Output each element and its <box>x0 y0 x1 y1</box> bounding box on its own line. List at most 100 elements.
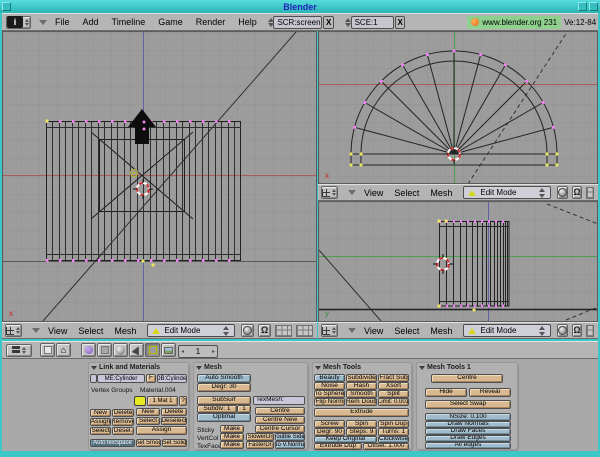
centre-new-button[interactable]: Centre New <box>255 416 305 424</box>
screen-browse-spinner[interactable] <box>267 17 273 28</box>
set-smooth-button[interactable]: Set Smoo <box>136 439 161 447</box>
info-collapse-icon[interactable] <box>39 20 47 25</box>
editing-context-button[interactable] <box>145 343 160 357</box>
selected-vertex[interactable] <box>141 259 144 262</box>
material-deselect-button[interactable]: Deselect <box>161 417 187 425</box>
sticky-make-button[interactable]: Make <box>220 425 244 433</box>
frame-number-field[interactable]: ◂ 1 ▸ <box>178 345 218 358</box>
panel-collapse-icon[interactable] <box>315 366 321 370</box>
optimal-toggle[interactable]: Optimal <box>197 413 251 422</box>
pivot-button[interactable]: Ω <box>258 324 271 337</box>
scene-name-field[interactable]: SCE:1 <box>351 16 394 29</box>
mode-dropdown[interactable]: Edit Mode <box>463 186 551 199</box>
centre-button[interactable]: Centre <box>255 407 305 415</box>
material-select-button[interactable]: Select <box>136 417 160 425</box>
split-button[interactable]: Split <box>378 390 409 398</box>
frame-next-icon[interactable]: ▸ <box>212 348 215 355</box>
draw-normals-toggle[interactable]: Draw Normals <box>425 421 511 428</box>
layer-buttons-a[interactable] <box>586 325 594 337</box>
selected-vertex[interactable] <box>444 219 447 222</box>
menu-view[interactable]: View <box>364 188 383 198</box>
menu-view[interactable]: View <box>364 326 383 336</box>
set-solid-button[interactable]: Set Solid <box>162 439 187 447</box>
pivot-button[interactable]: Ω <box>572 186 581 199</box>
selected-vertex[interactable] <box>472 308 475 311</box>
selected-vertex[interactable] <box>45 119 48 122</box>
offset-spinner[interactable]: Offset: 1.000 <box>363 443 409 450</box>
vgroup-new-button[interactable]: New <box>90 409 111 417</box>
clockwise-toggle[interactable]: Clockwise <box>378 436 409 443</box>
autotexspace-toggle[interactable]: AutoTexSpace <box>90 439 135 447</box>
viewport-top[interactable]: x <box>318 31 598 184</box>
header-collapse-icon[interactable] <box>348 328 356 333</box>
viewport-side[interactable]: y <box>318 201 598 322</box>
shading-context-button[interactable] <box>113 343 128 357</box>
centre-button[interactable]: Centre <box>431 374 503 383</box>
centre-cursor-button[interactable]: Centre Cursor <box>255 425 305 433</box>
screen-name-field[interactable]: SCR:screen.001 <box>273 16 322 29</box>
degr-spinner[interactable]: Degr: 30 <box>197 383 251 392</box>
object-name-field[interactable]: OB:Cylinder <box>157 374 187 383</box>
auto-smooth-toggle[interactable]: Auto Smooth <box>197 374 251 383</box>
draw-type-button[interactable] <box>557 186 568 199</box>
extrude-dup-button[interactable]: Extrude Dup <box>314 443 362 450</box>
degr90-spinner[interactable]: Degr: 90 <box>314 428 345 436</box>
window-menu-button[interactable] <box>2 2 11 11</box>
menu-select[interactable]: Select <box>394 326 419 336</box>
menu-file[interactable]: File <box>55 17 70 27</box>
viewport-front-canvas[interactable]: x <box>3 32 316 321</box>
header-collapse-icon[interactable] <box>348 190 356 195</box>
select-swap-button[interactable]: Select Swap <box>425 400 511 409</box>
spin-button[interactable]: Spin <box>346 420 377 428</box>
all-edges-toggle[interactable]: All edges <box>425 442 511 449</box>
scene-context-button[interactable] <box>161 343 176 357</box>
reveal-button[interactable]: Reveal <box>469 388 511 397</box>
pivot-button[interactable]: Ω <box>572 324 581 337</box>
menu-mesh[interactable]: Mesh <box>430 188 452 198</box>
layer-buttons-a[interactable] <box>586 187 594 199</box>
buttons-editor-type-button[interactable] <box>6 344 32 357</box>
vgroup-delete-button[interactable]: Delete <box>112 409 134 417</box>
logic-context-button[interactable] <box>81 343 96 357</box>
editor-type-button[interactable] <box>321 324 338 337</box>
vgroup-deselect-button[interactable]: Desel. <box>112 427 134 435</box>
menu-add[interactable]: Add <box>83 17 99 27</box>
menu-timeline[interactable]: Timeline <box>112 17 146 27</box>
menu-select[interactable]: Select <box>394 188 419 198</box>
scene-clear-button[interactable]: X <box>395 16 405 29</box>
subdivide-button[interactable]: Subdivide <box>346 374 377 382</box>
menu-mesh[interactable]: Mesh <box>114 326 136 336</box>
selected-vertex[interactable] <box>437 304 440 307</box>
rem-doubles-button[interactable]: Rem Doub <box>346 398 377 406</box>
layer-buttons-b[interactable] <box>296 325 313 337</box>
editor-type-button[interactable] <box>5 324 22 337</box>
panel-collapse-icon[interactable] <box>91 366 97 370</box>
panel-collapse-icon[interactable] <box>419 366 425 370</box>
fract-subd-button[interactable]: Fract Sub <box>378 374 409 382</box>
material-delete-button[interactable]: Delete <box>161 408 187 416</box>
material-color-swatch[interactable] <box>134 396 146 406</box>
flip-normals-button[interactable]: Flip Norm <box>314 398 345 406</box>
scene-browse-spinner[interactable] <box>344 17 350 28</box>
fullscreen-button[interactable] <box>40 343 55 357</box>
window-shade-button[interactable] <box>578 2 587 11</box>
viewport-front[interactable]: x <box>2 31 317 322</box>
window-titlebar[interactable]: Blender <box>0 0 600 13</box>
keep-original-toggle[interactable]: Keep Original <box>314 436 377 443</box>
subsurf-toggle[interactable]: SubSurf <box>197 396 251 405</box>
vgroup-assign-button[interactable]: Assign <box>90 418 111 426</box>
menu-view[interactable]: View <box>48 326 67 336</box>
spin-dup-button[interactable]: Spin Dup <box>378 420 409 428</box>
viewport-top-canvas[interactable]: x <box>319 32 597 183</box>
editor-type-button[interactable] <box>321 186 338 199</box>
screen-clear-button[interactable]: X <box>323 16 333 29</box>
no-vnormal-toggle[interactable]: No V.Normal <box>275 441 305 449</box>
texmesh-field[interactable]: TexMesh: <box>253 396 305 405</box>
to-sphere-button[interactable]: To Sphere <box>314 390 345 398</box>
script-context-button[interactable] <box>97 343 112 357</box>
mode-dropdown[interactable]: Edit Mode <box>147 324 235 337</box>
panel-collapse-icon[interactable] <box>196 366 202 370</box>
mesh-browse-button[interactable] <box>90 374 97 383</box>
draw-type-button[interactable] <box>557 324 568 337</box>
material-help-button[interactable]: ? <box>179 396 187 406</box>
